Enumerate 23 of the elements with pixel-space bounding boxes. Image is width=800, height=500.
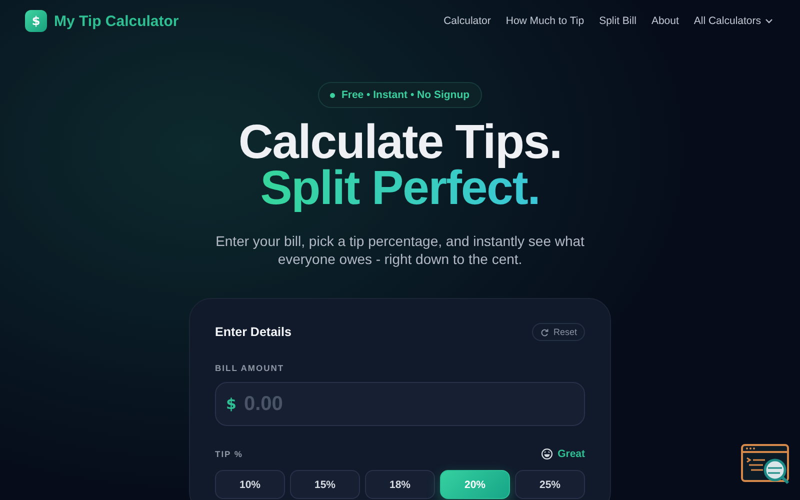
headline: Calculate Tips.: [238, 120, 562, 166]
field-label: TIP %: [215, 449, 243, 459]
card-title: Enter Details: [215, 325, 292, 339]
feature-badge: Free • Instant • No Signup: [318, 82, 482, 108]
currency-symbol: $: [226, 395, 236, 413]
nav-dropdown[interactable]: All Calculators: [694, 15, 774, 27]
nav-link[interactable]: Calculator: [444, 15, 491, 27]
site-title[interactable]: My Tip Calculator: [54, 12, 179, 30]
reset-button[interactable]: Reset: [532, 323, 585, 341]
browser-search-icon[interactable]: [741, 444, 791, 486]
tip-rating: Great: [558, 448, 585, 460]
subtitle: Enter your bill, pick a tip percentage, and instantly see what everyone owes - right down to the cent.: [214, 232, 586, 268]
tip-option[interactable]: 25%: [515, 470, 585, 499]
nav-link[interactable]: About: [651, 15, 679, 27]
tip-option[interactable]: 15%: [290, 470, 360, 499]
chevron-down-icon: [764, 16, 774, 26]
tip-option[interactable]: 10%: [215, 470, 285, 499]
nav-link[interactable]: How Much to Tip: [506, 15, 584, 27]
field-label: BILL AMOUNT: [215, 363, 286, 373]
refresh-icon: [540, 328, 550, 336]
nav-link[interactable]: Split Bill: [599, 15, 636, 27]
grinning-face-icon: [540, 448, 553, 460]
tip-option[interactable]: 18%: [365, 470, 435, 499]
